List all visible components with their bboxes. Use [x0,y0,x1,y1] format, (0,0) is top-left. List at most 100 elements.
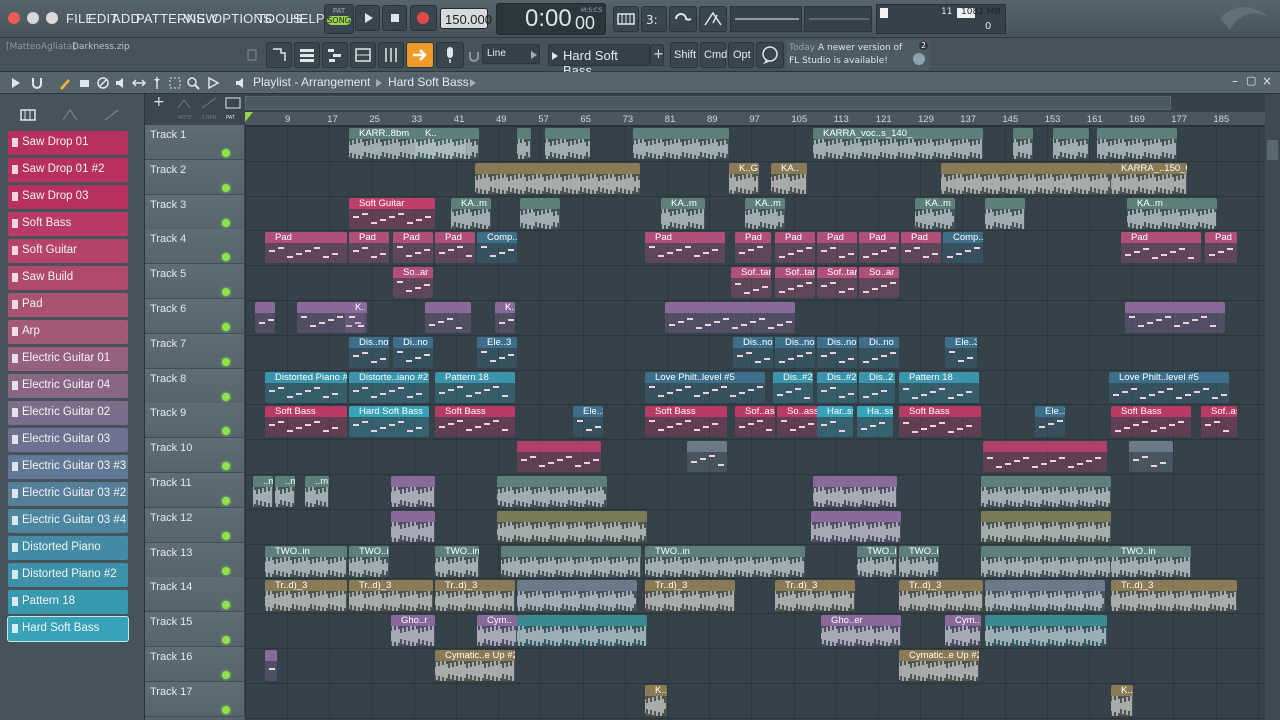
slice-tool-icon[interactable] [150,76,164,90]
track-header[interactable]: Track 9 [145,403,245,439]
news-panel[interactable]: Today A newer version of FL Studio is av… [786,40,930,70]
track-mute-led[interactable] [222,566,230,575]
playlist-clip[interactable]: KA..m [661,197,705,229]
playlist-clip[interactable]: KARRA_voc..s_140_ [813,128,983,159]
playlist-clip[interactable]: Soft Bass [1111,406,1191,438]
metronome-button[interactable] [699,6,727,32]
playlist-clip[interactable]: Soft Bass [899,406,981,438]
track-header[interactable]: Track 4 [145,229,245,265]
playlist-clip[interactable]: Pad [901,232,941,264]
master-pitch-slider[interactable] [804,6,872,32]
playlist-clip[interactable]: Sof..tar [731,267,771,299]
pattern-item[interactable]: Electric Guitar 03 [8,428,128,452]
paint-tool-icon[interactable] [78,76,92,90]
playlist-clip[interactable] [1125,302,1225,333]
playlist-clip[interactable]: Pad [817,232,857,264]
playlist-clip[interactable] [981,510,1111,542]
playlist-clip[interactable]: Gho..r [391,615,435,647]
track-mute-led[interactable] [222,323,230,331]
track-header[interactable]: Track 7 [145,333,245,369]
track-header[interactable]: Track 10 [145,438,245,474]
playlist-clip[interactable]: TWO..in [435,545,479,577]
playlist-clip[interactable]: Ele..3 [945,336,977,368]
playlist-clip[interactable]: ..m [253,476,273,507]
pattern-item[interactable]: Saw Drop 03 [8,185,128,209]
playlist-clip[interactable]: KA..m [745,197,785,229]
playlist-clip[interactable] [811,510,901,542]
playlist-clip[interactable]: K.. [1111,684,1133,716]
playlist-clip[interactable] [517,128,531,159]
playlist-clip[interactable] [265,650,277,681]
opt-button[interactable]: Opt [728,42,754,68]
time-display[interactable]: 0:00 M:S:CS 00 [496,3,606,35]
track-header[interactable]: Track 6 [145,299,245,334]
playlist-clip[interactable]: Dis..#2 [773,371,813,403]
playlist-clip[interactable]: Pattern 18 [435,371,515,403]
playlist-clip[interactable]: Tr..d)_3 [775,580,855,612]
playlist-clip[interactable] [985,615,1107,647]
pattern-item[interactable]: Pad [8,293,128,317]
track-header[interactable]: Track 5 [145,264,245,300]
playlist-clip[interactable]: Pad [435,232,475,264]
playlist-clip[interactable]: KA..m [1127,197,1217,229]
playlist-clip[interactable]: Pad [393,232,433,264]
pattern-item[interactable]: Soft Bass [8,212,128,236]
playlist-clip[interactable]: Distorte..iano #2 [349,371,429,403]
track-mute-led[interactable] [222,392,230,401]
pattern-item[interactable]: Saw Drop 01 [8,131,128,155]
playlist-clip[interactable]: Ele..3 [573,406,603,438]
tab-note-icon[interactable] [176,96,196,110]
add-track-icon[interactable]: + [153,94,169,110]
speaker-icon[interactable] [234,76,248,90]
playlist-clip[interactable]: Sof..ass [735,406,775,438]
minimize-window-button[interactable] [27,12,39,24]
playlist-clip[interactable]: Di..no [859,336,899,368]
add-pattern-button[interactable]: + [650,44,664,66]
piano-keys-icon[interactable] [20,108,36,122]
track-mute-led[interactable] [222,288,230,297]
track-header[interactable]: Track 17 [145,681,245,717]
playlist-clip[interactable] [1013,128,1033,159]
playlist-clip[interactable]: K.. [495,302,515,333]
pattern-item[interactable]: Electric Guitar 03 #4 [8,509,128,533]
tab-chan-icon[interactable] [200,96,220,110]
track-mute-led[interactable] [222,427,230,436]
loop-record-button[interactable] [669,6,697,32]
automation-icon[interactable] [62,108,78,122]
magnet-snap-icon[interactable] [30,76,44,90]
track-header[interactable]: Track 14 [145,577,245,613]
stop-button[interactable] [382,5,407,31]
playlist-clip[interactable] [501,545,641,577]
playlist-clip[interactable]: Dis..no [775,336,815,368]
playlist-clip[interactable]: TWO..in [1111,545,1191,577]
channel-rack-button[interactable] [350,42,376,68]
countdown-button[interactable]: 3: [641,6,667,32]
pattern-item[interactable]: Electric Guitar 03 #3 [8,455,128,479]
track-mute-led[interactable] [222,497,230,505]
playlist-clip[interactable]: Pad [735,232,771,264]
maximize-window-button[interactable] [46,12,58,24]
playlist-clip[interactable]: Tr..d)_3 [1111,580,1237,612]
playlist-clip[interactable]: Tr..d)_3 [899,580,983,612]
playlist-clip[interactable]: Soft Bass [435,406,515,438]
master-volume-slider[interactable] [730,6,802,32]
playlist-clip[interactable]: Tr..d)_3 [265,580,347,612]
select-tool-icon[interactable] [168,76,182,90]
playlist-clip[interactable]: Har..ss [817,406,853,438]
pattern-item[interactable]: Electric Guitar 01 [8,347,128,371]
playlist-clip[interactable]: TWO..in [265,545,347,577]
zoom-tool-icon[interactable] [186,76,200,90]
pattern-item[interactable]: Arp [8,320,128,344]
playlist-clip[interactable] [545,128,590,159]
playlist-clip[interactable]: Dis..no [733,336,773,368]
playlist-clip[interactable]: So..ass [777,406,817,438]
playback-tool-icon[interactable] [206,76,220,90]
playlist-clip[interactable]: Ele..3 [477,336,517,368]
track-header[interactable]: Track 12 [145,507,245,543]
timeline-overview[interactable]: + [153,94,1265,112]
track-mute-led[interactable] [222,357,230,366]
playlist-clip[interactable]: Comp.. [943,232,983,264]
track-mute-led[interactable] [222,462,230,471]
playhead-marker-icon[interactable] [245,112,253,124]
playlist-clip[interactable]: TWO..in [857,545,897,577]
